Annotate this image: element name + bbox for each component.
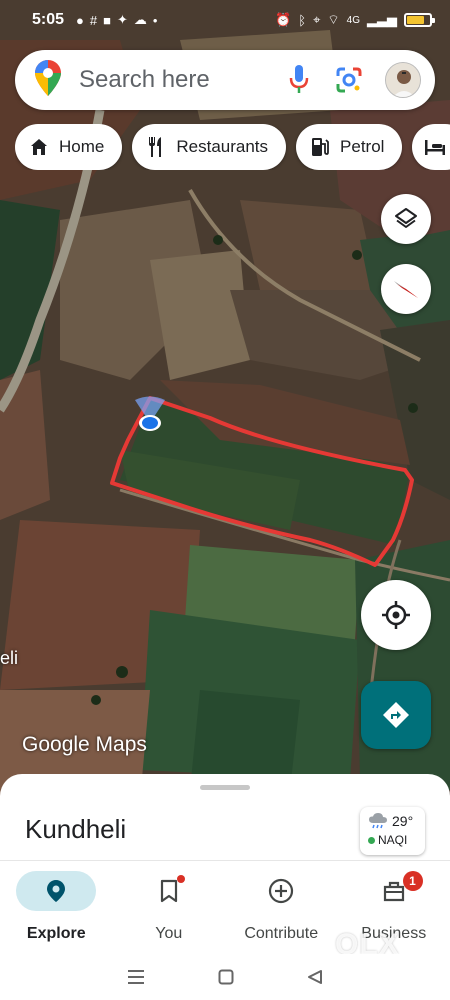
network-type: 4G	[346, 14, 360, 26]
notification-icons: ● # ■ ✦ ☁ •	[76, 12, 157, 28]
chip-label: Petrol	[340, 137, 385, 156]
temperature: 29°	[392, 813, 414, 829]
chip-petrol[interactable]: Petrol	[296, 124, 403, 170]
sheet-drag-handle[interactable]	[200, 785, 250, 790]
cloud-rain-icon	[369, 813, 387, 829]
compass-icon	[394, 281, 418, 298]
notification-dot	[176, 875, 185, 883]
cloud-icon: ☁	[133, 12, 147, 27]
category-chips: Home Restaurants Petrol	[15, 124, 450, 170]
hotel-icon	[425, 140, 446, 155]
place-name: Kundheli	[25, 814, 127, 844]
hash-icon: #	[89, 12, 98, 28]
layers-icon	[395, 208, 417, 228]
crosshair-icon	[382, 601, 410, 629]
chat-icon: ●	[76, 12, 84, 28]
recents-menu-icon[interactable]	[127, 969, 145, 985]
bookmark-icon	[160, 879, 177, 903]
business-badge: 1	[402, 871, 423, 891]
weather-card[interactable]: 29° NAQI	[360, 807, 425, 855]
location-icon: ⌖	[313, 12, 321, 27]
search-bar[interactable]: Search here	[15, 50, 435, 110]
teams-icon: ■	[103, 12, 111, 28]
aqi-status-dot	[368, 836, 375, 844]
chip-hotels[interactable]	[412, 124, 450, 170]
map-edge-label: eli	[0, 648, 19, 668]
chip-restaurants[interactable]: Restaurants	[132, 124, 287, 170]
nav-explore[interactable]: Explore	[0, 861, 113, 954]
satellite-map[interactable]: Google Maps eli	[0, 0, 450, 800]
explore-pin-icon	[47, 880, 66, 902]
bluetooth-icon: ᛒ	[298, 12, 307, 28]
status-time: 5:05	[32, 11, 65, 28]
nav-label: Explore	[26, 925, 86, 942]
system-navigation	[0, 954, 450, 1000]
nav-label: You	[155, 925, 183, 942]
my-location-button[interactable]	[361, 580, 431, 650]
maps-pin-logo-icon	[35, 59, 61, 101]
alarm-icon: ⏰	[275, 12, 292, 27]
back-triangle-icon[interactable]	[307, 969, 323, 985]
status-bar: 5:05 ● # ■ ✦ ☁ • ⏰ ᛒ ⌖ ⌔ 4G ▂▃▅	[0, 0, 450, 40]
restaurant-icon	[149, 137, 162, 157]
wifi-icon: ⌔	[327, 12, 340, 27]
home-square-icon[interactable]	[218, 969, 234, 985]
avatar[interactable]	[385, 62, 421, 98]
chip-home[interactable]: Home	[15, 124, 123, 170]
nav-you[interactable]: You	[113, 861, 226, 954]
battery-icon	[404, 13, 435, 27]
directions-icon	[383, 702, 409, 728]
search-input[interactable]: Search here	[79, 66, 281, 94]
status-indicators: ⏰ ᛒ ⌖ ⌔ 4G ▂▃▅	[275, 12, 435, 28]
chip-label: Home	[59, 137, 105, 156]
more-dot-icon: •	[152, 12, 158, 28]
chip-label: Restaurants	[176, 137, 269, 156]
nav-label: Contribute	[244, 925, 319, 942]
google-maps-watermark: Google Maps	[22, 733, 147, 756]
nav-contribute[interactable]: Contribute	[225, 861, 338, 954]
signal-icon: ▂▃▅	[367, 12, 397, 27]
mic-icon[interactable]	[281, 62, 317, 98]
compass-button[interactable]	[381, 264, 431, 314]
place-bottom-sheet[interactable]: Kundheli 29° NAQI	[0, 774, 450, 874]
pay-icon: ✦	[116, 12, 128, 27]
gas-station-icon	[312, 138, 329, 156]
home-icon	[31, 139, 47, 155]
layers-button[interactable]	[381, 194, 431, 244]
add-circle-icon	[269, 878, 294, 904]
land-boundary-overlay	[110, 396, 414, 567]
directions-button[interactable]	[361, 681, 431, 749]
lens-icon[interactable]	[331, 62, 367, 98]
aqi-label: NAQI	[378, 833, 408, 847]
